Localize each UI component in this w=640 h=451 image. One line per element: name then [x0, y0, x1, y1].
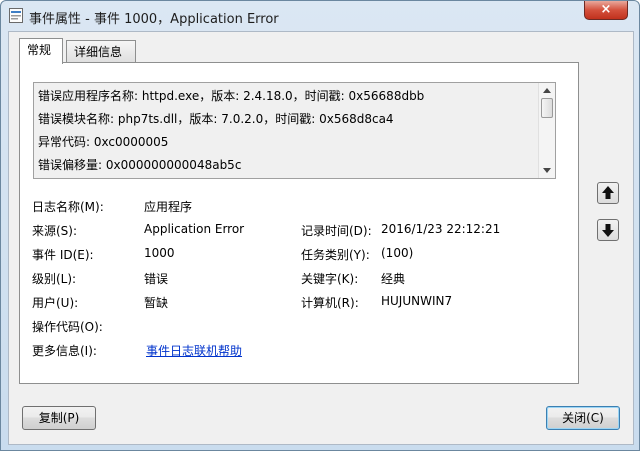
- user-value: 暂缺: [144, 296, 169, 310]
- level-value: 错误: [144, 272, 169, 286]
- arrow-up-icon: [602, 186, 614, 199]
- tab-details[interactable]: 详细信息: [66, 40, 136, 63]
- event-id-value: 1000: [144, 246, 175, 260]
- copy-button[interactable]: 复制(P): [22, 406, 96, 430]
- previous-event-button[interactable]: [597, 182, 619, 204]
- tab-general[interactable]: 常规: [19, 38, 63, 64]
- event-id-label: 事件 ID(E):: [32, 248, 94, 262]
- window-title: 事件属性 - 事件 1000，Application Error: [29, 12, 279, 27]
- logged-label: 记录时间(D):: [301, 224, 372, 238]
- keywords-value: 经典: [381, 272, 406, 286]
- user-label: 用户(U):: [32, 296, 79, 310]
- opcode-label: 操作代码(O):: [32, 320, 103, 334]
- scroll-up-arrow-icon[interactable]: [543, 88, 551, 93]
- computer-value: HUJUNWIN7: [381, 294, 453, 308]
- logged-value: 2016/1/23 22:12:21: [381, 222, 501, 236]
- dialog-body: 常规 详细信息 错误应用程序名称: httpd.exe，版本: 2.4.18.0…: [8, 31, 634, 445]
- description-line: 错误模块名称: php7ts.dll，版本: 7.0.2.0，时间戳: 0x56…: [38, 112, 394, 126]
- computer-label: 计算机(R):: [301, 296, 359, 310]
- description-line: 错误应用程序名称: httpd.exe，版本: 2.4.18.0，时间戳: 0x…: [38, 89, 425, 103]
- event-description-box[interactable]: 错误应用程序名称: httpd.exe，版本: 2.4.18.0，时间戳: 0x…: [33, 82, 556, 179]
- description-line: 错误偏移量: 0x000000000048ab5c: [38, 158, 242, 172]
- source-label: 来源(S):: [32, 224, 78, 238]
- close-button[interactable]: 关闭(C): [546, 406, 620, 430]
- task-category-label: 任务类别(Y):: [301, 248, 370, 262]
- level-label: 级别(L):: [32, 272, 77, 286]
- keywords-label: 关键字(K):: [301, 272, 359, 286]
- next-event-button[interactable]: [597, 219, 619, 241]
- task-category-value: (100): [381, 246, 414, 260]
- arrow-down-icon: [602, 224, 614, 237]
- event-viewer-icon: [9, 8, 23, 23]
- log-name-value: 应用程序: [144, 200, 193, 214]
- title-bar[interactable]: 事件属性 - 事件 1000，Application Error ×: [1, 1, 639, 31]
- general-tab-panel: 错误应用程序名称: httpd.exe，版本: 2.4.18.0，时间戳: 0x…: [19, 62, 579, 384]
- description-line: 异常代码: 0xc0000005: [38, 135, 169, 149]
- scroll-down-arrow-icon[interactable]: [543, 168, 551, 173]
- scrollbar-thumb[interactable]: [541, 98, 553, 118]
- log-name-label: 日志名称(M):: [32, 200, 104, 214]
- more-info-label: 更多信息(I):: [32, 344, 97, 358]
- online-help-link[interactable]: 事件日志联机帮助: [146, 342, 242, 359]
- source-value: Application Error: [144, 222, 245, 236]
- event-properties-window: 事件属性 - 事件 1000，Application Error × 常规 详细…: [0, 0, 640, 451]
- close-window-button[interactable]: ×: [584, 1, 628, 20]
- description-scrollbar[interactable]: [538, 83, 555, 178]
